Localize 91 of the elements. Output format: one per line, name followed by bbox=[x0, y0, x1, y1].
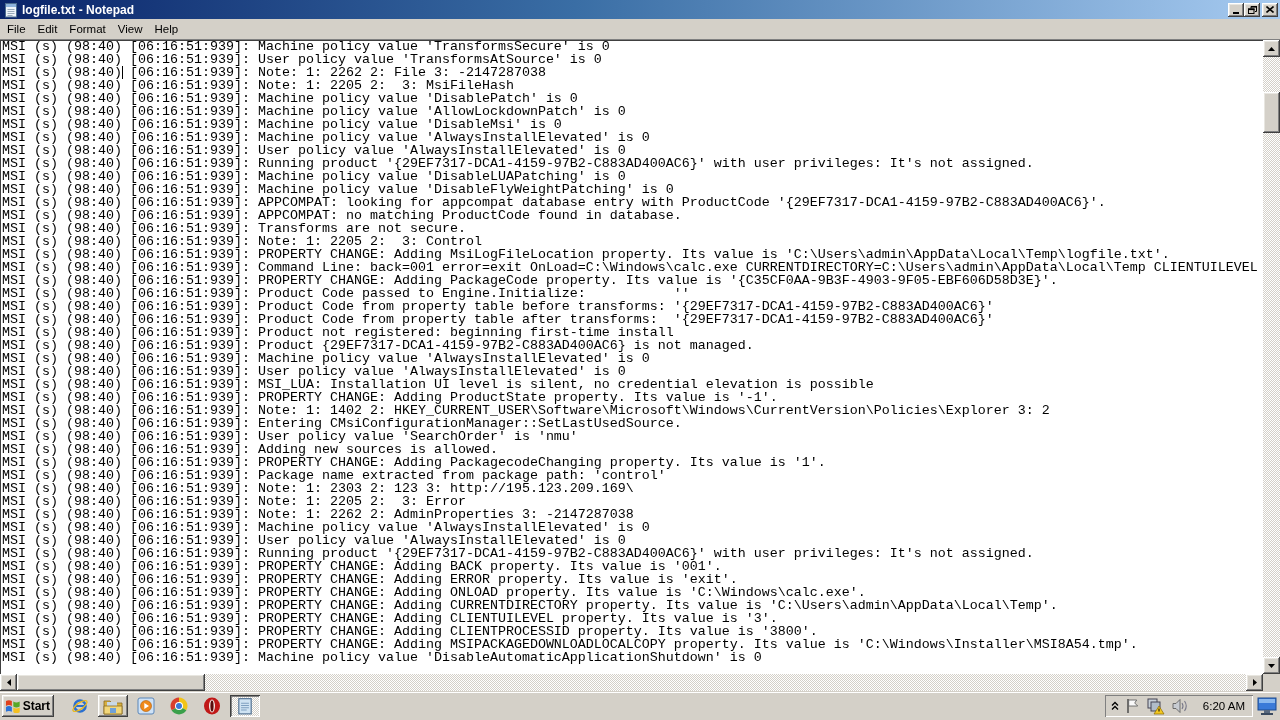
log-line: MSI (s) (98:40) [06:16:51:939]: APPCOMPAT: no matching ProductCode found in database. bbox=[2, 209, 682, 222]
log-line: MSI (s) (98:40) [06:16:51:939]: Running product '{29EF7317-DCA1-4159-97B2-C883AD400AC6}' with user privileges: It's not assigned. bbox=[2, 547, 1034, 560]
log-line: MSI (s) (98:40) [06:16:51:939]: MSI_LUA: Installation UI level is silent, no credential elevation is possible bbox=[2, 378, 874, 391]
round-logo-icon bbox=[170, 697, 188, 715]
log-line: MSI (s) (98:40) [06:16:51:939]: PROPERTY CHANGE: Adding ERROR property. Its value is 'exit'. bbox=[2, 573, 738, 586]
menu-item[interactable]: Format bbox=[63, 20, 112, 38]
menu-item[interactable]: File bbox=[1, 20, 32, 38]
log-line: MSI (s) (98:40) [06:16:51:939]: Machine policy value 'DisableFlyWeightPatching' is 0 bbox=[2, 183, 674, 196]
taskbar-button[interactable] bbox=[98, 695, 128, 717]
close-button[interactable] bbox=[1262, 2, 1278, 17]
log-line: MSI (s) (98:40) [06:16:51:939]: Running product '{29EF7317-DCA1-4159-97B2-C883AD400AC6}' with user privileges: It's not assigned. bbox=[2, 157, 1034, 170]
network-warning-icon[interactable] bbox=[1146, 697, 1165, 715]
log-line: MSI (s) (98:40) [06:16:51:939]: User policy value 'AlwaysInstallElevated' is 0 bbox=[2, 365, 626, 378]
start-button[interactable]: Start bbox=[2, 695, 54, 717]
monitor-icon bbox=[1257, 697, 1277, 715]
log-line: MSI (s) (98:40) [06:16:51:939]: PROPERTY CHANGE: Adding MSIPACKAGEDOWNLOADLOCALCOPY property. Its value is 'C:\Windows\Installer\MSI8A54.tmp'. bbox=[2, 638, 1138, 651]
up-arrow-icon bbox=[1268, 46, 1275, 51]
log-line: MSI (s) (98:40) [06:16:51:939]: Machine policy value 'DisablePatch' is 0 bbox=[2, 92, 578, 105]
minimize-icon bbox=[1233, 11, 1239, 14]
log-line: MSI (s) (98:40) [06:16:51:939]: Machine policy value 'DisableMsi' is 0 bbox=[2, 118, 562, 131]
scroll-up-button[interactable] bbox=[1263, 40, 1280, 57]
vertical-scrollbar[interactable] bbox=[1263, 40, 1280, 674]
scroll-down-button[interactable] bbox=[1263, 657, 1280, 674]
menu-item[interactable]: View bbox=[111, 20, 149, 38]
show-desktop-button[interactable] bbox=[1256, 696, 1278, 716]
log-line: MSI (s) (98:40) [06:16:51:939]: PROPERTY CHANGE: Adding CLIENTPROCESSID property. Its value is '3800'. bbox=[2, 625, 818, 638]
log-line: MSI (s) (98:40) [06:16:51:939]: Product Code from property table after transforms: '{29EF7317-DCA1-4159-97B2-C883AD400AC6}' bbox=[2, 313, 994, 326]
chevron-up-icon[interactable] bbox=[1110, 701, 1119, 711]
oval-logo-icon bbox=[203, 697, 221, 715]
log-line: MSI (s) (98:40) [06:16:51:939]: Command Line: back=001 error=exit OnLoad=C:\Windows\calc.exe CURRENTDIRECTORY=C:\Users\admin\AppData\Local\Temp CLIENTUILEVEL bbox=[2, 261, 1258, 274]
log-line: MSI (s) (98:40) [06:16:51:939]: Note: 1: 2205 2: 3: Control bbox=[2, 235, 482, 248]
log-line: MSI (s) (98:40) [06:16:51:939]: Note: 1: 2303 2: 123 3: http://195.123.209.169\ bbox=[2, 482, 634, 495]
log-line: MSI (s) (98:40) [06:16:51:939]: PROPERTY CHANGE: Adding CURRENTDIRECTORY property. Its value is 'C:\Users\admin\AppData\Local\Temp'. bbox=[2, 599, 1058, 612]
log-line: MSI (s) (98:40) [06:16:51:939]: Note: 1: 2205 2: 3: Error bbox=[2, 495, 466, 508]
log-line: MSI (s) (98:40) [06:16:51:939]: Machine policy value 'AlwaysInstallElevated' is 0 bbox=[2, 521, 650, 534]
log-line: MSI (s) (98:40) [06:16:51:939]: User policy value 'SearchOrder' is 'nmu' bbox=[2, 430, 578, 443]
log-line: MSI (s) (98:40) [06:16:51:939]: PROPERTY CHANGE: Adding MsiLogFileLocation property. Its value is 'C:\Users\admin\AppData\Local\Temp\logfile.txt'. bbox=[2, 248, 1170, 261]
horizontal-scrollbar[interactable] bbox=[0, 674, 1263, 691]
windows-logo-icon bbox=[5, 699, 21, 713]
folder-icon bbox=[103, 697, 123, 715]
log-line: MSI (s) (98:40) [06:16:51:939]: PROPERTY CHANGE: Adding CLIENTUILEVEL property. Its value is '3'. bbox=[2, 612, 778, 625]
menu-item[interactable]: Help bbox=[148, 20, 185, 38]
log-line: MSI (s) (98:40) [06:16:51:939]: Transforms are not secure. bbox=[2, 222, 466, 235]
log-line: MSI (s) (98:40) [06:16:51:939]: Package name extracted from package path: 'control' bbox=[2, 469, 666, 482]
window-title: logfile.txt - Notepad bbox=[22, 2, 134, 17]
log-line: MSI (s) (98:40) [06:16:51:939]: PROPERTY CHANGE: Adding PackagecodeChanging property. Its value is '1'. bbox=[2, 456, 826, 469]
log-line: MSI (s) (98:40) [06:16:51:939]: PROPERTY CHANGE: Adding PackageCode property. Its value is '{C35CF0AA-9B3F-4903-9F05-EBF606D58D3E}'. bbox=[2, 274, 1058, 287]
taskbar-button[interactable] bbox=[230, 695, 260, 717]
notepad-icon bbox=[236, 697, 254, 715]
speaker-icon[interactable] bbox=[1170, 698, 1189, 714]
log-line: MSI (s) (98:40) [06:16:51:939]: Machine policy value 'AllowLockdownPatch' is 0 bbox=[2, 105, 626, 118]
log-line: MSI (s) (98:40) [06:16:51:939]: Machine policy value 'DisableAutomaticApplicationShutdown' is 0 bbox=[2, 651, 762, 664]
log-line: MSI (s) (98:40) [06:16:51:939]: Machine policy value 'TransformsSecure' is 0 bbox=[2, 40, 610, 53]
minimize-button[interactable] bbox=[1228, 2, 1244, 17]
left-arrow-icon bbox=[6, 679, 11, 686]
log-line: MSI (s) (98:40) [06:16:51:939]: Product {29EF7317-DCA1-4159-97B2-C883AD400AC6} is not managed. bbox=[2, 339, 754, 352]
restore-button[interactable] bbox=[1244, 2, 1260, 17]
log-line: MSI (s) (98:40) [06:16:51:939]: Machine policy value 'AlwaysInstallElevated' is 0 bbox=[2, 352, 650, 365]
menu-item[interactable]: Edit bbox=[31, 20, 64, 38]
close-icon bbox=[1266, 6, 1274, 13]
log-line: MSI (s) (98:40) [06:16:51:939]: Entering CMsiConfigurationManager::SetLastUsedSource. bbox=[2, 417, 682, 430]
scrollbar-thumb[interactable] bbox=[17, 674, 205, 691]
log-line: MSI (s) (98:40) [06:16:51:939]: Note: 1: 2262 2: AdminProperties 3: -2147287038 bbox=[2, 508, 634, 521]
log-line: MSI (s) (98:40) [06:16:51:939]: PROPERTY CHANGE: Adding BACK property. Its value is '001'. bbox=[2, 560, 722, 573]
media-player-icon bbox=[137, 697, 155, 715]
down-arrow-icon bbox=[1268, 663, 1275, 668]
log-line: MSI (s) (98:40) [06:16:51:939]: Note: 1: 2262 2: File 3: -2147287038 bbox=[2, 66, 546, 79]
flag-icon[interactable] bbox=[1124, 698, 1141, 714]
log-line: MSI (s) (98:40) [06:16:51:939]: Adding new sources is allowed. bbox=[2, 443, 498, 456]
log-line: MSI (s) (98:40) [06:16:51:939]: Note: 1: 1402 2: HKEY_CURRENT_USER\Software\Microsoft\Windows\CurrentVersion\Policies\Explorer 3: 2 bbox=[2, 404, 1050, 417]
scroll-left-button[interactable] bbox=[0, 674, 17, 691]
log-line: MSI (s) (98:40) [06:16:51:939]: APPCOMPAT: looking for appcompat database entry with ProductCode '{29EF7317-DCA1-4159-97B2-C883AD400AC6}'. bbox=[2, 196, 1106, 209]
log-line: MSI (s) (98:40) [06:16:51:939]: User policy value 'AlwaysInstallElevated' is 0 bbox=[2, 144, 626, 157]
log-line: MSI (s) (98:40) [06:16:51:939]: Product not registered: beginning first-time install bbox=[2, 326, 674, 339]
browser-icon bbox=[71, 697, 89, 715]
scroll-right-button[interactable] bbox=[1246, 674, 1263, 691]
log-line: MSI (s) (98:40) [06:16:51:939]: Machine policy value 'AlwaysInstallElevated' is 0 bbox=[2, 131, 650, 144]
right-arrow-icon bbox=[1252, 679, 1257, 686]
log-line: MSI (s) (98:40) [06:16:51:939]: Product Code passed to Engine.Initialize: '' bbox=[2, 287, 690, 300]
log-line: MSI (s) (98:40) [06:16:51:939]: User policy value 'TransformsAtSource' is 0 bbox=[2, 53, 602, 66]
notepad-icon bbox=[3, 1, 19, 18]
log-line: MSI (s) (98:40) [06:16:51:939]: User policy value 'AlwaysInstallElevated' is 0 bbox=[2, 534, 626, 547]
scrollbar-thumb[interactable] bbox=[1263, 92, 1280, 133]
editor-text-area[interactable] bbox=[0, 40, 1263, 674]
restore-icon bbox=[1247, 5, 1257, 14]
clock-time[interactable]: 6:20 AM bbox=[1202, 700, 1245, 712]
log-line: MSI (s) (98:40) [06:16:51:939]: Note: 1: 2205 2: 3: MsiFileHash bbox=[2, 79, 514, 92]
log-line: MSI (s) (98:40) [06:16:51:939]: Machine policy value 'DisableLUAPatching' is 0 bbox=[2, 170, 626, 183]
log-line: MSI (s) (98:40) [06:16:51:939]: PROPERTY CHANGE: Adding ONLOAD property. Its value is 'C:\Windows\calc.exe'. bbox=[2, 586, 866, 599]
log-line: MSI (s) (98:40) [06:16:51:939]: Product Code from property table before transforms: '{29EF7317-DCA1-4159-97B2-C883AD400AC6}' bbox=[2, 300, 994, 313]
log-line: MSI (s) (98:40) [06:16:51:939]: PROPERTY CHANGE: Adding ProductState property. Its value is '-1'. bbox=[2, 391, 778, 404]
